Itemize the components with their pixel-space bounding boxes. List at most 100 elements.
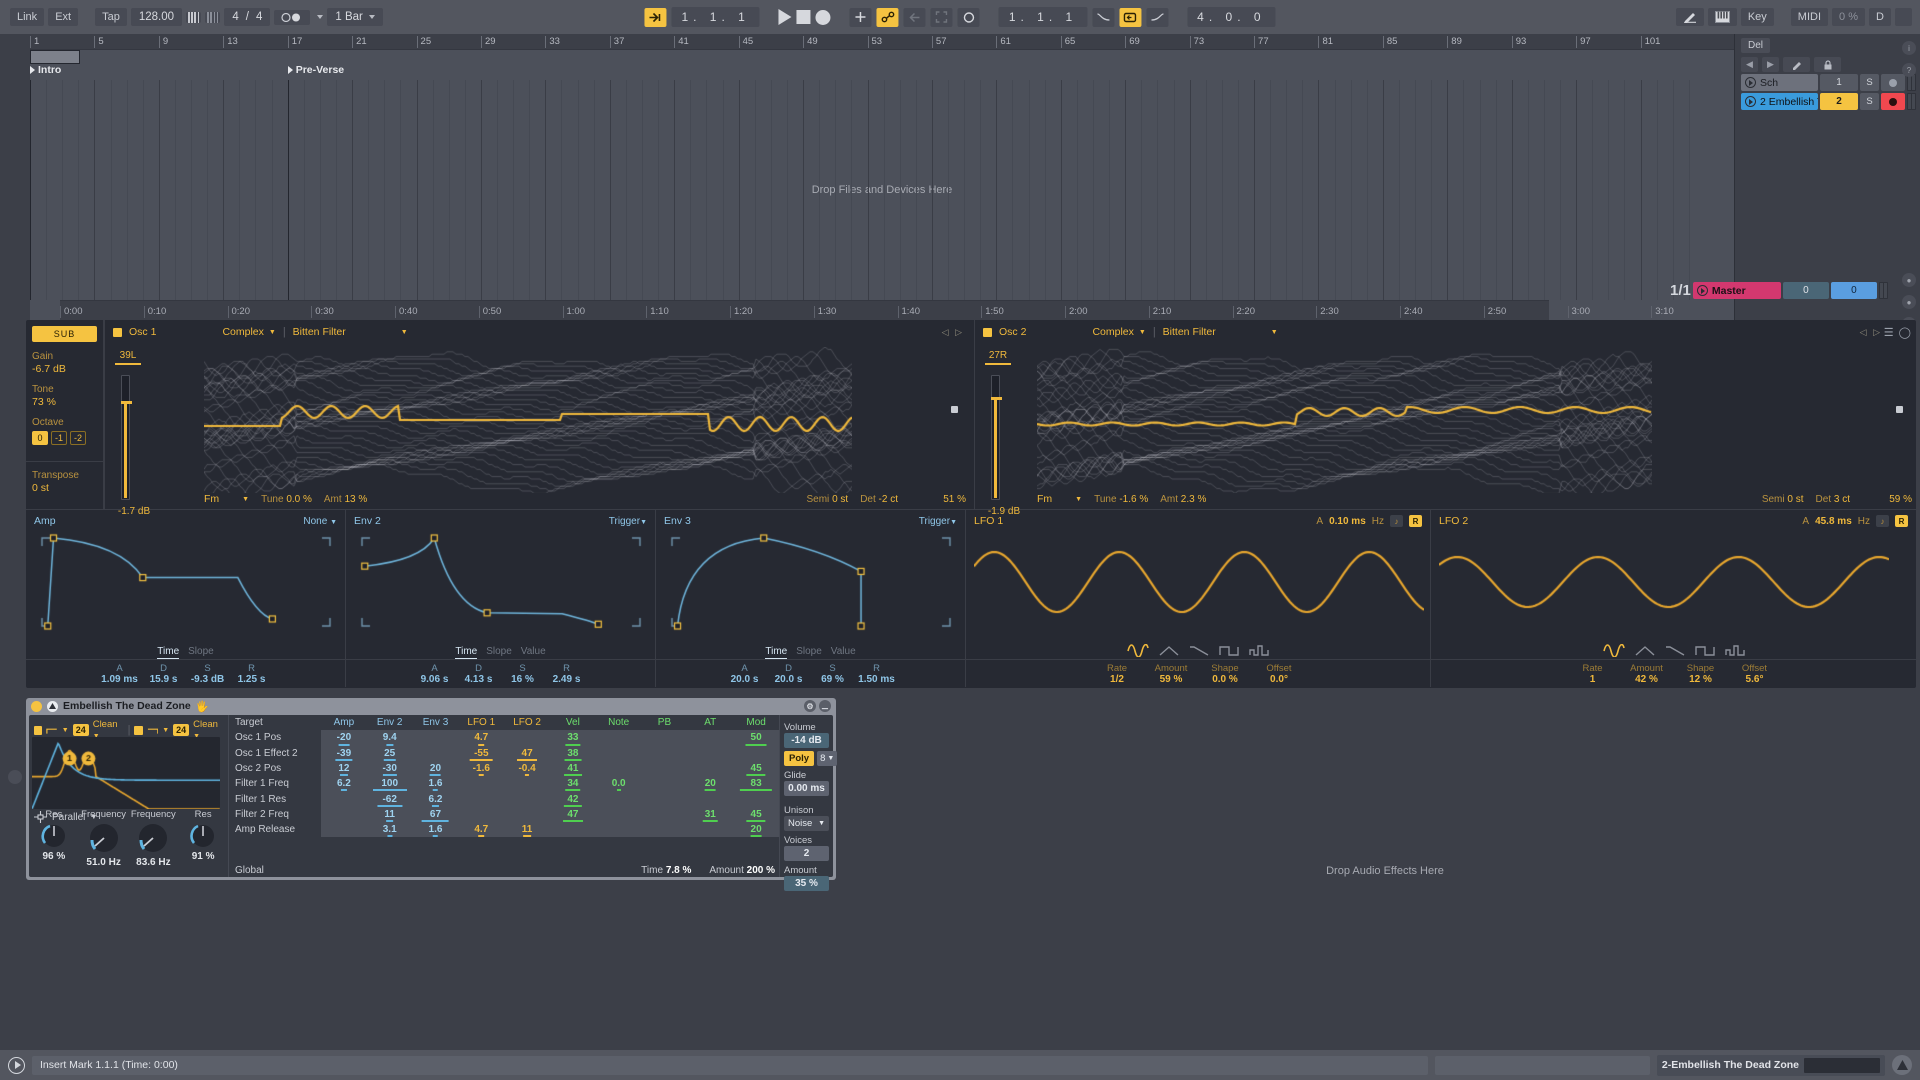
volume-value[interactable]: -14 dB	[784, 733, 829, 748]
matrix-cell[interactable]: 67	[412, 806, 459, 823]
env3-a-value[interactable]: 20.0 s	[723, 674, 767, 685]
matrix-cell[interactable]	[595, 760, 642, 777]
matrix-cell[interactable]: 20	[687, 776, 734, 792]
matrix-col-env-2[interactable]: Env 2	[367, 715, 413, 730]
device-collapse-icon[interactable]: ⚊	[819, 700, 831, 712]
osc1-effect-select[interactable]: Fm ▼	[204, 493, 249, 505]
track-lanes[interactable]: Drop Files and Devices Here	[30, 80, 1734, 300]
sub-octave-group[interactable]: 0 -1 -2	[32, 431, 97, 445]
midi-map-button[interactable]: MIDI	[1790, 8, 1829, 26]
sub-octave-minus1[interactable]: -1	[51, 431, 67, 445]
matrix-target-name[interactable]: Osc 1 Effect 2	[229, 746, 321, 761]
filter1-freq-knob[interactable]: Frequency 51.0 Hz	[79, 809, 129, 875]
track-number[interactable]: 2	[1820, 93, 1858, 110]
amp-r-value[interactable]: 1.25 s	[230, 674, 274, 685]
key-map-button[interactable]: Key	[1740, 8, 1774, 26]
matrix-cell[interactable]	[687, 791, 734, 807]
metronome-settings-button[interactable]	[205, 11, 221, 23]
matrix-cell[interactable]: 4.7	[458, 730, 505, 746]
matrix-row[interactable]: Amp Release 3.1 1.6 4.7 11 20	[229, 822, 779, 838]
env2-s-value[interactable]: 16 %	[501, 674, 545, 685]
lfo2-offset-value[interactable]: 5.6°	[1728, 674, 1782, 685]
quantization-select[interactable]: 1 Bar	[327, 8, 383, 26]
lfo2-retrigger-button[interactable]: R	[1895, 515, 1908, 527]
master-track-name[interactable]: Master	[1692, 282, 1781, 299]
matrix-cell[interactable]	[595, 791, 642, 807]
matrix-col-mod[interactable]: Mod	[733, 715, 779, 730]
automation-arm-button[interactable]	[876, 7, 899, 27]
filter2-shape-dropdown-icon[interactable]: ▼	[162, 727, 169, 734]
help-toggle-icon[interactable]: ?	[1902, 63, 1916, 77]
osc1-tune-value[interactable]: 0.0 %	[286, 494, 312, 505]
lfo1-offset-value[interactable]: 0.0°	[1252, 674, 1306, 685]
env3-tabs[interactable]: Time Slope Value	[656, 646, 965, 659]
matrix-cell[interactable]: 11	[504, 822, 550, 838]
osc1-amt-value[interactable]: 13 %	[344, 494, 367, 505]
matrix-cell[interactable]: -20	[321, 730, 367, 746]
track-name[interactable]: 2 Embellish Th	[1741, 93, 1818, 110]
matrix-cell[interactable]	[595, 822, 642, 838]
track-arm-button[interactable]	[1881, 93, 1905, 110]
matrix-cell[interactable]	[321, 822, 367, 838]
track-header-row[interactable]: 2 Embellish Th2S	[1741, 93, 1916, 110]
device-header[interactable]: Embellish The Dead Zone 🖐 ⚙ ⚊	[26, 698, 836, 714]
osc2-level-slider[interactable]	[991, 375, 1002, 500]
matrix-cell[interactable]: 0.0	[595, 776, 642, 792]
osc1-wavetable-display[interactable]	[204, 347, 852, 493]
amp-a-value[interactable]: 1.09 ms	[98, 674, 142, 685]
matrix-cell[interactable]: -1.6	[458, 760, 505, 777]
matrix-target-name[interactable]: Filter 1 Freq	[229, 776, 321, 791]
env2-tab-value[interactable]: Value	[521, 646, 546, 659]
amp-env-mode-select[interactable]: None ▼	[303, 516, 337, 527]
matrix-cell[interactable]	[549, 822, 596, 838]
matrix-row[interactable]: Filter 1 Res -62 6.2 42	[229, 791, 779, 807]
matrix-cell[interactable]: 6.2	[321, 776, 367, 792]
poly-voices-select[interactable]: 8 ▼	[817, 751, 838, 766]
matrix-cell[interactable]: 11	[366, 806, 413, 823]
matrix-cell[interactable]	[733, 745, 779, 761]
env3-s-value[interactable]: 69 %	[811, 674, 855, 685]
sub-enable-button[interactable]: SUB	[32, 326, 97, 342]
osc2-pan-handle[interactable]	[1896, 406, 1903, 413]
filter1-shape-dropdown-icon[interactable]: ▼	[62, 727, 69, 734]
matrix-row[interactable]: Osc 2 Pos 12 -30 20 -1.6 -0.4 41 45	[229, 760, 779, 777]
sub-octave-0[interactable]: 0	[32, 431, 48, 445]
matrix-cell[interactable]: -62	[366, 791, 413, 807]
osc1-wavetable-nav[interactable]: ◁ ▷	[942, 327, 964, 338]
matrix-row[interactable]: Filter 2 Freq 11 67 47 31 45	[229, 806, 779, 823]
midi-arrangement-overdub-button[interactable]	[849, 7, 872, 27]
matrix-col-at[interactable]: AT	[687, 715, 733, 730]
session-record-button[interactable]	[957, 7, 980, 27]
osc1-pan-handle[interactable]	[951, 406, 958, 413]
matrix-cell[interactable]: 20	[412, 760, 459, 777]
lfo1-rate-value[interactable]: 1/2	[1090, 674, 1144, 685]
track-name[interactable]: Sch	[1741, 74, 1818, 91]
amp-env-tabs[interactable]: Time Slope	[26, 646, 345, 659]
draw-mode-button[interactable]	[1675, 8, 1704, 26]
filter2-slope[interactable]: 24	[173, 724, 190, 736]
matrix-cell[interactable]	[458, 806, 505, 823]
osc2-tune-value[interactable]: -1.6 %	[1119, 494, 1148, 505]
arrangement-position-field[interactable]: 1. 1. 1	[671, 7, 760, 27]
matrix-cell[interactable]: 42	[549, 791, 596, 807]
time-signature[interactable]: 4 / 4	[224, 8, 271, 26]
matrix-target-name[interactable]: Osc 1 Pos	[229, 730, 321, 745]
locator[interactable]: Pre-Verse	[287, 64, 344, 76]
env2-r-value[interactable]: 2.49 s	[545, 674, 589, 685]
sub-tone-value[interactable]: 73 %	[32, 396, 97, 408]
env3-tab-slope[interactable]: Slope	[796, 646, 822, 659]
matrix-cell[interactable]: 47	[504, 745, 550, 761]
nav-back-icon[interactable]: ◀	[1741, 57, 1758, 72]
unison-mode-select[interactable]: Noise ▼	[784, 816, 829, 831]
matrix-target-name[interactable]: Filter 2 Freq	[229, 807, 321, 822]
matrix-cell[interactable]	[321, 791, 367, 807]
ext-button[interactable]: Ext	[48, 8, 79, 26]
matrix-cell[interactable]	[595, 806, 642, 823]
osc2-det-value[interactable]: 3 ct	[1834, 494, 1850, 505]
filter1-slope[interactable]: 24	[72, 724, 89, 736]
amp-env-tab-slope[interactable]: Slope	[188, 646, 214, 659]
matrix-cell[interactable]	[687, 760, 734, 777]
lfo1-shape-value[interactable]: 0.0 %	[1198, 674, 1252, 685]
matrix-cell[interactable]: 6.2	[412, 791, 459, 807]
capture-midi-button[interactable]	[930, 7, 953, 27]
